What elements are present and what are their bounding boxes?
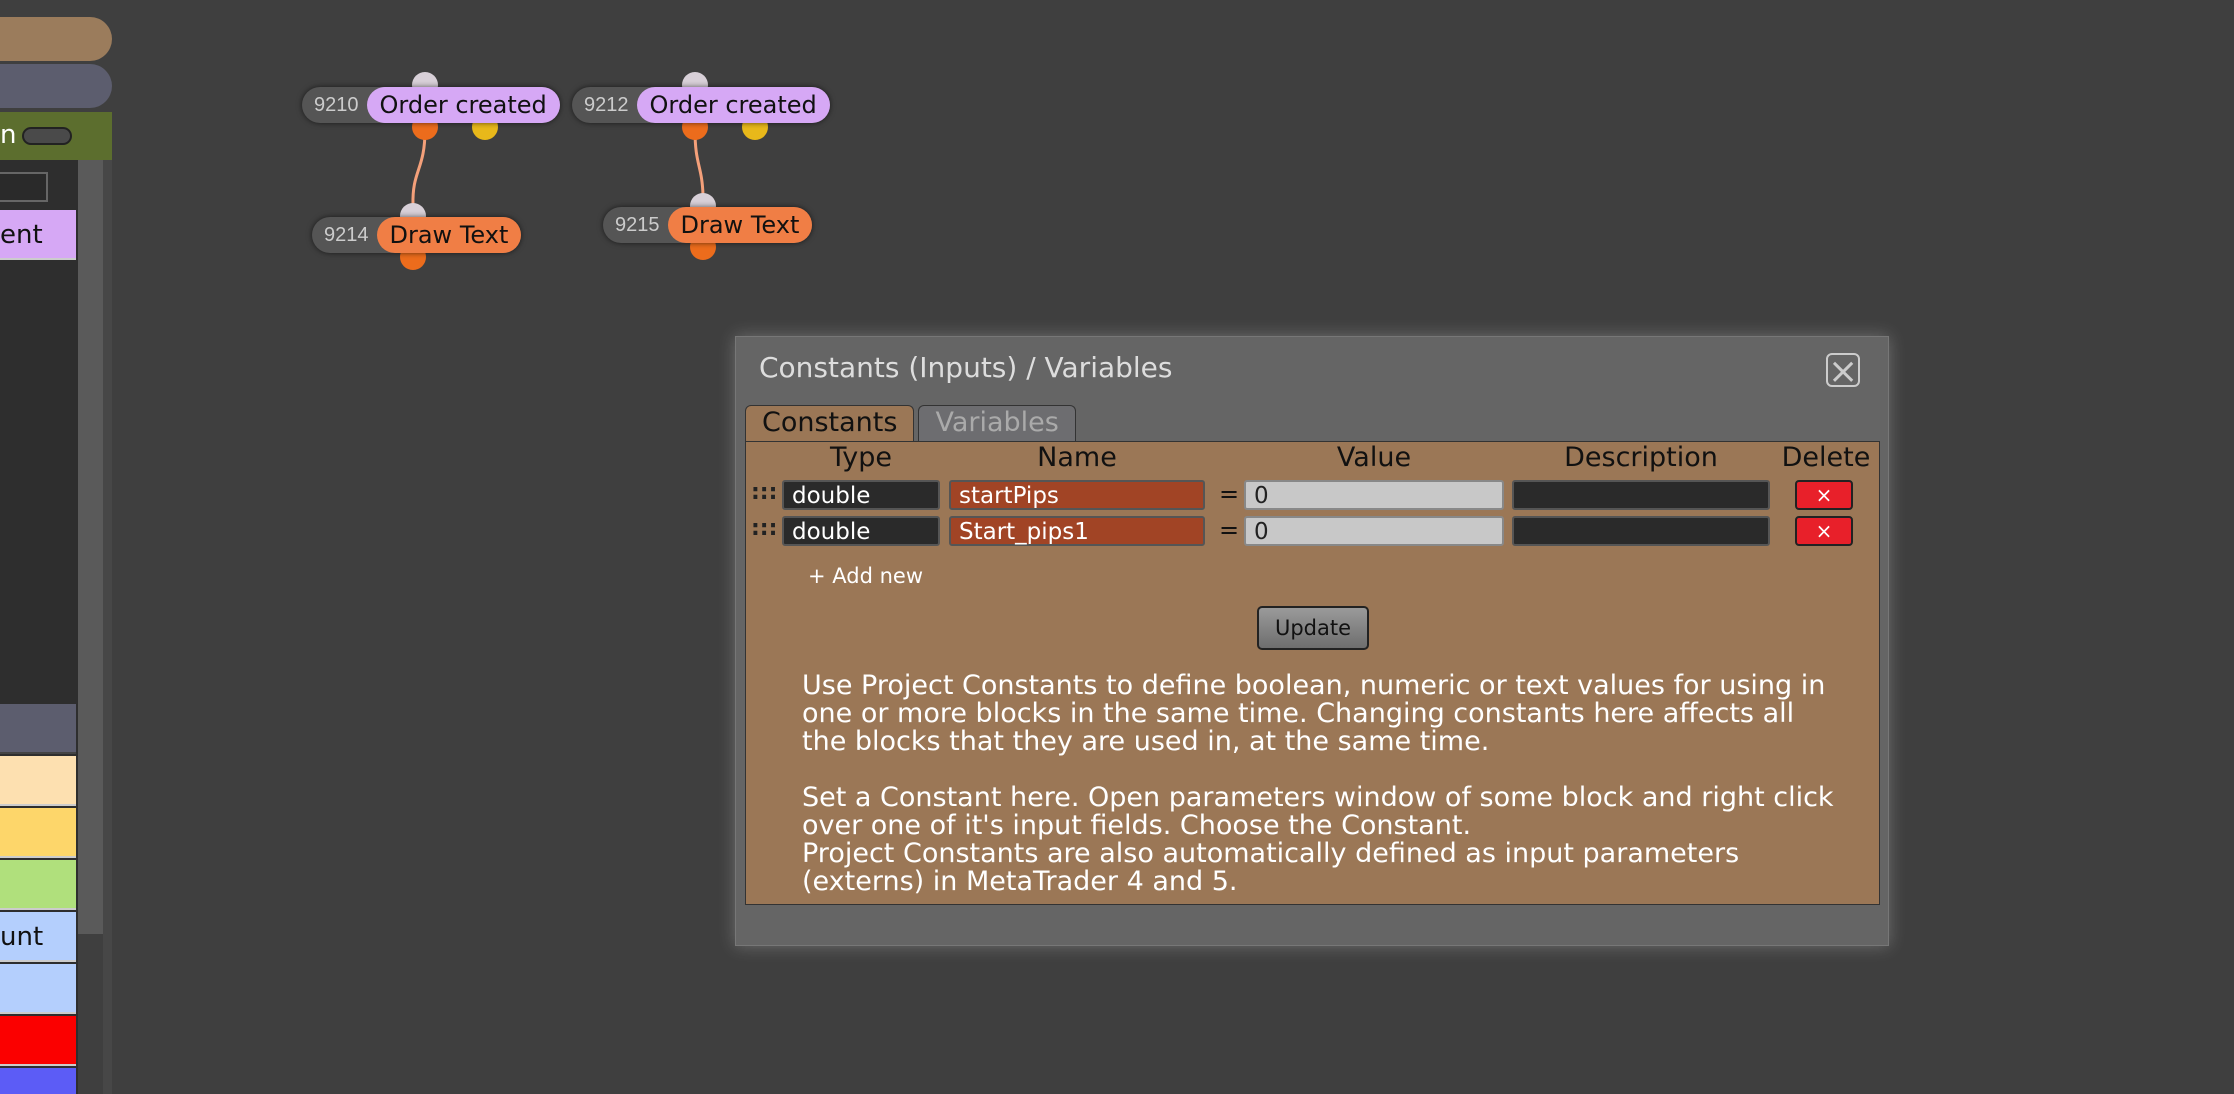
constants-panel: Type Name Value Description Delete ::: d… <box>745 441 1880 905</box>
add-new-link[interactable]: + Add new <box>808 564 923 588</box>
column-header-delete: Delete <box>1781 442 1871 473</box>
name-field[interactable]: Start_pips1 <box>949 516 1205 546</box>
type-select[interactable]: double <box>782 480 940 510</box>
node-label: Draw Text <box>667 207 813 243</box>
drag-handle-icon[interactable]: ::: <box>751 516 777 541</box>
equals-sign: = <box>1219 480 1240 508</box>
help-paragraph: Project Constants are also automatically… <box>802 838 1740 897</box>
node-label: Order created <box>366 87 560 123</box>
constant-row: ::: double Start_pips1 = 0 × <box>746 516 1879 546</box>
description-field[interactable] <box>1512 480 1770 510</box>
description-field[interactable] <box>1512 516 1770 546</box>
sidebar-item[interactable] <box>0 756 76 806</box>
sidebar-item[interactable] <box>0 1068 76 1094</box>
close-icon[interactable]: × <box>1826 353 1860 390</box>
column-header-description: Description <box>1564 442 1718 473</box>
sidebar-item-label: unt <box>0 922 44 952</box>
node-id: 9215 <box>615 213 660 236</box>
node-label: Draw Text <box>376 217 522 253</box>
sidebar-item[interactable] <box>0 1016 76 1066</box>
column-header-value: Value <box>1336 442 1412 473</box>
equals-sign: = <box>1219 516 1240 544</box>
drag-handle-icon[interactable]: ::: <box>751 480 777 505</box>
type-select[interactable]: double <box>782 516 940 546</box>
column-header-type: Type <box>829 442 892 473</box>
node-id: 9214 <box>324 223 369 246</box>
node-connections <box>411 129 705 206</box>
node-id: 9212 <box>584 93 629 116</box>
sidebar-item[interactable] <box>0 964 76 1014</box>
help-paragraph: Use Project Constants to define boolean,… <box>802 670 1826 757</box>
update-button[interactable]: Update <box>1257 606 1369 650</box>
node-draw-text[interactable]: 9214 Draw Text <box>312 217 522 253</box>
name-field[interactable]: startPips <box>949 480 1205 510</box>
node-order-created[interactable]: 9210 Order created <box>302 87 560 123</box>
node-label: Order created <box>636 87 830 123</box>
sidebar-item[interactable]: unt <box>0 912 76 962</box>
connection-wire <box>411 129 427 206</box>
sidebar-item[interactable] <box>0 860 76 910</box>
dialog-tabs: Constants Variables <box>745 405 1080 441</box>
node-id: 9210 <box>314 93 359 116</box>
value-field[interactable]: 0 <box>1244 516 1504 546</box>
sidebar-item[interactable] <box>0 808 76 858</box>
node-order-created[interactable]: 9212 Order created <box>572 87 830 123</box>
tab-variables[interactable]: Variables <box>918 405 1076 441</box>
sidebar-border <box>103 160 112 1094</box>
delete-button[interactable]: × <box>1795 516 1853 546</box>
dialog-title: Constants (Inputs) / Variables <box>759 351 1173 384</box>
constants-dialog: Constants (Inputs) / Variables × Constan… <box>735 336 1889 946</box>
constant-row: ::: double startPips = 0 × <box>746 480 1879 510</box>
help-paragraph: Set a Constant here. Open parameters win… <box>802 782 1834 841</box>
delete-button[interactable]: × <box>1795 480 1853 510</box>
column-header-name: Name <box>1037 442 1117 473</box>
sidebar-item[interactable] <box>0 704 76 754</box>
tab-constants[interactable]: Constants <box>745 405 915 441</box>
node-draw-text[interactable]: 9215 Draw Text <box>603 207 813 243</box>
value-field[interactable]: 0 <box>1244 480 1504 510</box>
